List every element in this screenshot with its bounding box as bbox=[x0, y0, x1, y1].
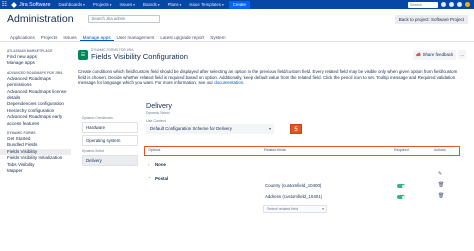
sidebar-item-ar-permissions[interactable]: Advanced Roadmaps permissions bbox=[7, 76, 71, 89]
tab-applications[interactable]: Applications bbox=[7, 33, 38, 41]
dynamic-forms-app-icon: ☰ bbox=[78, 49, 88, 60]
back-to-project-button[interactable]: Back to project: Software Project bbox=[394, 14, 468, 24]
pencil-icon[interactable]: ✎ bbox=[438, 171, 442, 177]
documentation-link[interactable]: documentation bbox=[214, 80, 243, 85]
context-label: Use Context bbox=[146, 118, 166, 123]
trash-icon[interactable]: 🗑 bbox=[438, 182, 444, 188]
app-title: Fields Visibility Configuration bbox=[91, 52, 188, 61]
share-feedback-label: Share feedback bbox=[422, 51, 454, 57]
chevron-down-icon: ▾ bbox=[322, 207, 324, 211]
top-navigation: ☷ Jira Software Dashboards Projects Issu… bbox=[0, 0, 474, 9]
field-group-dynamic-select: Dynamic Select bbox=[82, 149, 105, 153]
megaphone-icon: 📣 bbox=[415, 51, 422, 57]
top-right-tools: Search bbox=[408, 1, 474, 8]
tab-manage-apps[interactable]: Manage apps bbox=[79, 33, 114, 41]
sidebar-section-marketplace: ATLASSIAN MARKETPLACE bbox=[7, 49, 53, 53]
field-type: Dynamic Select bbox=[146, 110, 170, 115]
admin-header: Administration Search Jira admin Back to… bbox=[0, 9, 474, 29]
create-button[interactable]: Create bbox=[228, 0, 250, 9]
admin-tabs: Applications Projects Issues Manage apps… bbox=[0, 33, 474, 42]
app-title-block: DYNAMIC FORMS FOR JIRA Fields Visibility… bbox=[91, 48, 188, 61]
field-config: Delivery Dynamic Select Use Context Defa… bbox=[146, 101, 462, 134]
share-feedback-button[interactable]: 📣 Share feedback bbox=[412, 49, 457, 60]
tab-system[interactable]: System bbox=[207, 33, 228, 41]
option-row-postal: Postal bbox=[155, 176, 169, 181]
context-select-value: Default Configuration Scheme for Deliver… bbox=[150, 125, 232, 131]
tab-issues[interactable]: Issues bbox=[60, 33, 79, 41]
chevron-down-icon[interactable]: ⌄ bbox=[148, 174, 151, 179]
sidebar-item-ar-license[interactable]: Advanced Roadmaps license details bbox=[7, 89, 71, 102]
sidebar-item-dependencies[interactable]: Dependencies configuration bbox=[7, 101, 71, 107]
chevron-down-icon: ▾ bbox=[268, 125, 271, 131]
admin-sidebar: ATLASSIAN MARKETPLACE Find new apps Mana… bbox=[0, 45, 71, 251]
tab-latest-upgrade-report[interactable]: Latest upgrade report bbox=[157, 33, 207, 41]
avatar[interactable] bbox=[465, 2, 470, 7]
context-select[interactable]: Default Configuration Scheme for Deliver… bbox=[146, 123, 274, 134]
jira-logo-icon bbox=[11, 1, 17, 8]
app-header: ☰ DYNAMIC FORMS FOR JIRA Fields Visibili… bbox=[78, 48, 470, 61]
jira-logo[interactable]: Jira Software bbox=[11, 2, 50, 8]
tab-projects[interactable]: Projects bbox=[38, 33, 61, 41]
sidebar-item-manage-apps[interactable]: Manage apps bbox=[7, 60, 71, 66]
header-options: Options bbox=[148, 148, 161, 152]
select-related-field[interactable]: Select related field ▾ bbox=[263, 205, 327, 213]
required-toggle-address[interactable] bbox=[397, 195, 405, 199]
field-group-dynamic-checkboxes: Dynamic Checkboxes bbox=[82, 116, 113, 120]
field-item-operating-system[interactable]: Operating system bbox=[82, 135, 138, 146]
chevron-right-icon[interactable]: › bbox=[148, 162, 149, 167]
field-item-delivery[interactable]: Delivery bbox=[82, 155, 138, 166]
options-table-header: Options Related fields Required Actions bbox=[146, 148, 458, 154]
sidebar-section-advanced-roadmaps: ADVANCED ROADMAPS FOR JIRA bbox=[7, 70, 63, 75]
trash-icon[interactable]: 🗑 bbox=[438, 193, 444, 199]
required-toggle-country[interactable] bbox=[397, 184, 405, 188]
description-text: Create conditions which field/custom fie… bbox=[78, 69, 458, 86]
tab-user-management[interactable]: User management bbox=[114, 33, 158, 41]
sidebar-section-dynamic-forms: DYNAMIC FORMS bbox=[7, 131, 36, 136]
field-list: Dynamic Checkboxes Hardware Operating sy… bbox=[82, 113, 138, 166]
configuration-panel: Dynamic Checkboxes Hardware Operating sy… bbox=[78, 101, 470, 251]
app-switcher-icon[interactable]: ☷ bbox=[0, 0, 9, 9]
option-row-none: None bbox=[155, 162, 166, 167]
jira-logo-text: Jira Software bbox=[19, 1, 51, 8]
field-item-hardware[interactable]: Hardware bbox=[82, 122, 138, 133]
main-content: ☰ DYNAMIC FORMS FOR JIRA Fields Visibili… bbox=[78, 48, 470, 86]
callout-number: 5 bbox=[290, 124, 302, 134]
header-actions: Actions bbox=[434, 148, 446, 152]
page-title: Administration bbox=[7, 13, 74, 25]
app-actions: 📣 Share feedback ... bbox=[412, 49, 466, 60]
more-actions-button[interactable]: ... bbox=[458, 50, 466, 59]
notifications-icon[interactable] bbox=[441, 2, 446, 7]
related-field-country: Country (customfield_10400) bbox=[265, 183, 322, 188]
sidebar-item-fields-visibility-init[interactable]: Fields Visibility Initialization bbox=[7, 155, 71, 161]
global-search-input[interactable]: Search bbox=[408, 1, 438, 8]
admin-search-input[interactable]: Search Jira admin bbox=[87, 15, 160, 23]
sidebar-item-ar-early-access[interactable]: Advanced Roadmaps early access features bbox=[7, 114, 71, 127]
settings-icon[interactable] bbox=[457, 2, 462, 7]
header-required: Required bbox=[394, 148, 409, 152]
description-end: . bbox=[243, 80, 245, 86]
sidebar-item-mapper[interactable]: Mapper bbox=[7, 168, 71, 174]
select-related-field-placeholder: Select related field bbox=[267, 207, 299, 211]
header-related-fields: Related fields bbox=[264, 148, 286, 152]
app-description: Create conditions which field/custom fie… bbox=[78, 69, 462, 86]
help-icon[interactable] bbox=[449, 2, 454, 7]
related-field-address: Address (customfield_10401) bbox=[265, 194, 323, 199]
field-title: Delivery bbox=[146, 101, 172, 110]
